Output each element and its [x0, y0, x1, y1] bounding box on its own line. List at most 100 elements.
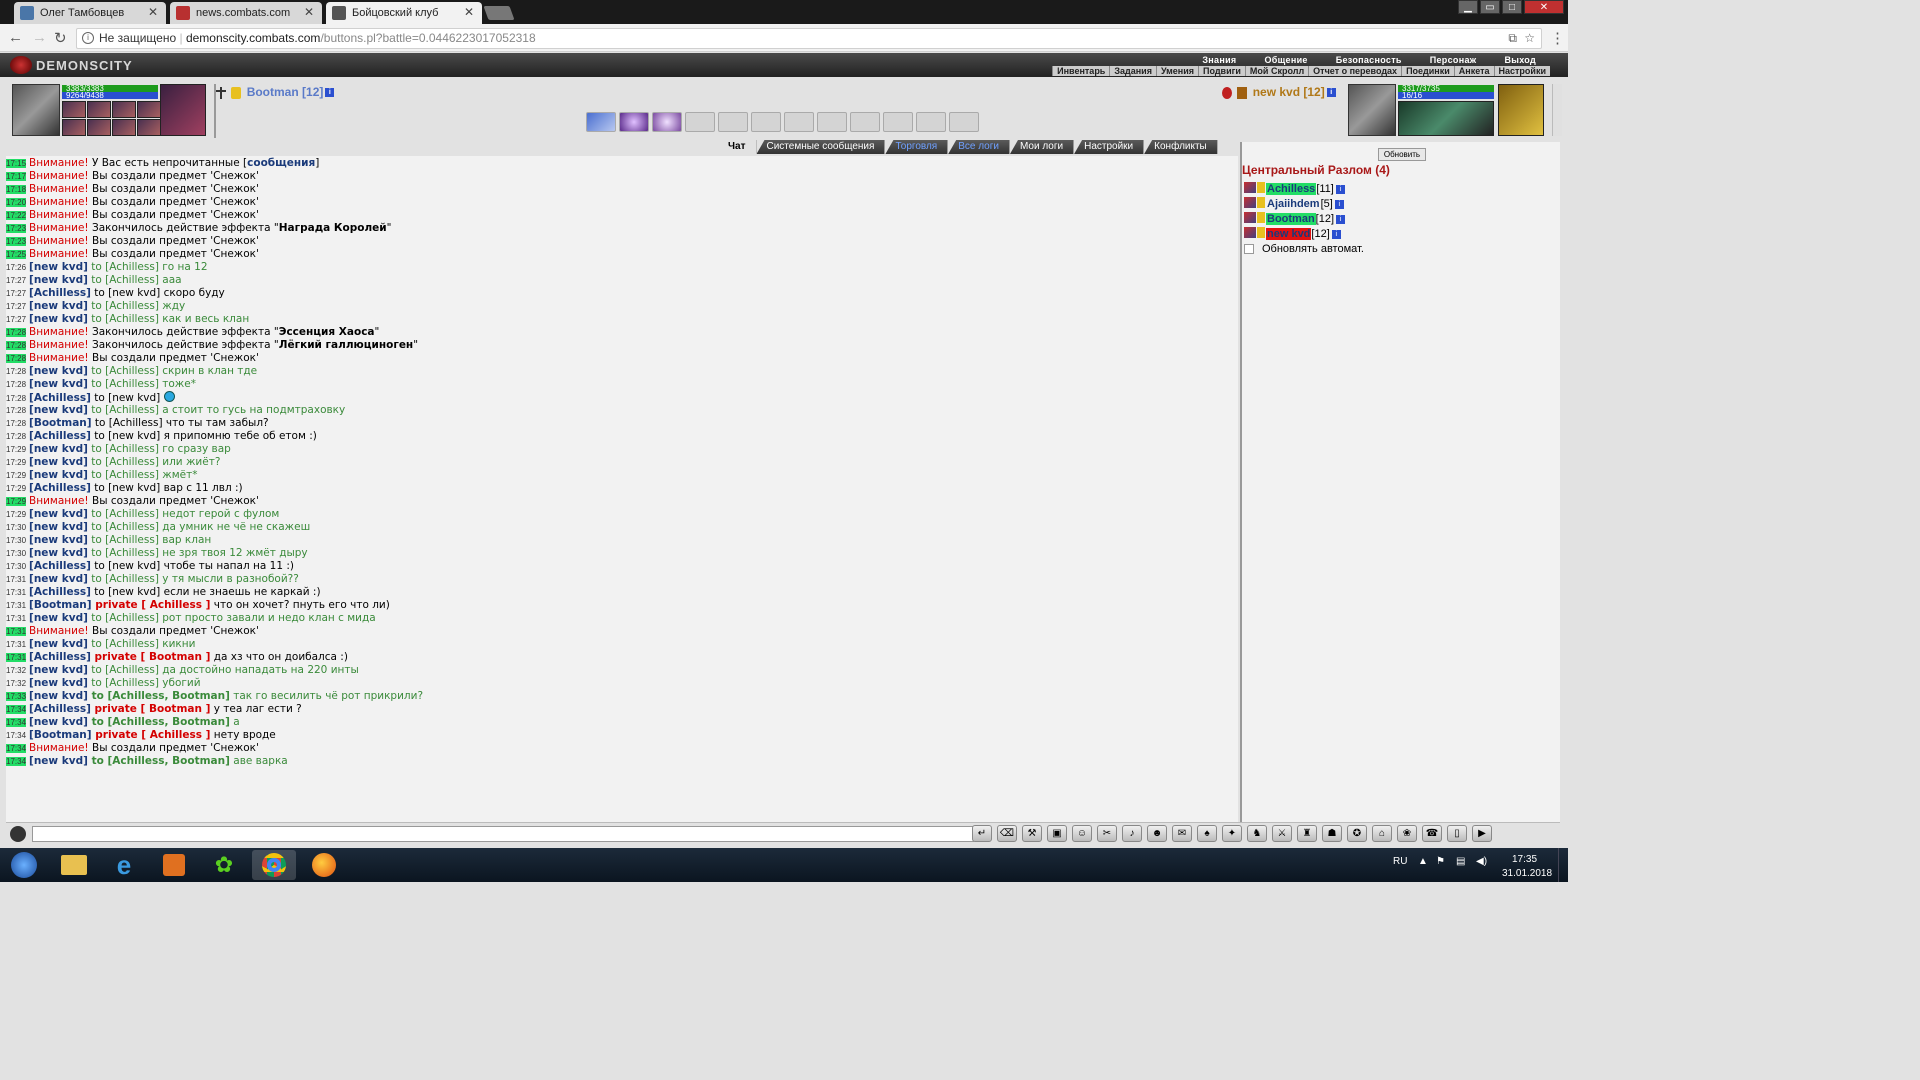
sender-nick[interactable]: [Achilless]	[29, 392, 91, 404]
sender-nick[interactable]: [Achilless]	[29, 703, 91, 715]
sender-nick[interactable]: [new kvd]	[29, 755, 88, 767]
sender-nick[interactable]: [new kvd]	[29, 638, 88, 650]
equip-slot[interactable]	[112, 119, 136, 136]
message-time[interactable]: 17:20	[6, 198, 27, 207]
menu-exit[interactable]: Выход	[1490, 55, 1550, 65]
sender-nick[interactable]: [new kvd]	[29, 456, 88, 468]
home-icon[interactable]: ⌂	[1372, 825, 1392, 842]
tab-system-messages[interactable]: Системные сообщения	[756, 140, 886, 154]
message-time[interactable]: 17:31	[6, 640, 26, 649]
translate-icon[interactable]: ⧉	[1508, 29, 1517, 48]
menu-communication[interactable]: Общение	[1250, 55, 1321, 65]
sender-nick[interactable]: [new kvd]	[29, 365, 88, 377]
sender-nick[interactable]: [new kvd]	[29, 261, 88, 273]
auto-refresh-row[interactable]: Обновлять автомат.	[1244, 243, 1364, 255]
message-time[interactable]: 17:31	[6, 653, 27, 662]
message-time[interactable]: 17:30	[6, 549, 26, 558]
opponent-avatar[interactable]	[1348, 84, 1396, 136]
star-icon[interactable]: ✦	[1222, 825, 1242, 842]
message-time[interactable]: 17:30	[6, 562, 26, 571]
sender-nick[interactable]: [new kvd]	[29, 313, 88, 325]
close-icon[interactable]: ✕	[148, 5, 158, 19]
equip-slot[interactable]	[62, 101, 86, 118]
spade-icon[interactable]: ♠	[1197, 825, 1217, 842]
message-time[interactable]: 17:28	[6, 380, 26, 389]
tab-conflicts[interactable]: Конфликты	[1144, 140, 1218, 154]
sender-nick[interactable]: [new kvd]	[29, 664, 88, 676]
message-time[interactable]: 17:18	[6, 185, 27, 194]
info-icon[interactable]: i	[1331, 229, 1341, 239]
tab-chat[interactable]: Чат	[718, 140, 757, 154]
sender-nick[interactable]: [Achilless]	[29, 651, 91, 663]
restore-button[interactable]: ▭	[1480, 0, 1500, 14]
tab-settings[interactable]: Настройки	[1074, 140, 1145, 154]
close-icon[interactable]: ✕	[464, 5, 474, 19]
opponent-equipment[interactable]	[1398, 101, 1494, 136]
clear-icon[interactable]: ⌫	[997, 825, 1017, 842]
sender-nick[interactable]: [new kvd]	[29, 521, 88, 533]
close-icon[interactable]: ✕	[304, 5, 314, 19]
flower-icon[interactable]: ❀	[1397, 825, 1417, 842]
player-row[interactable]: Achilless[11] i	[1244, 182, 1345, 196]
start-button[interactable]	[2, 850, 46, 880]
sender-nick[interactable]: [new kvd]	[29, 508, 88, 520]
message-time[interactable]: 17:31	[6, 588, 26, 597]
message-time[interactable]: 17:29	[6, 471, 26, 480]
reload-icon[interactable]: ↻	[54, 29, 67, 47]
sender-nick[interactable]: [Bootman]	[29, 417, 92, 429]
sender-nick[interactable]: [new kvd]	[29, 378, 88, 390]
cut-icon[interactable]: ✂	[1097, 825, 1117, 842]
player-row[interactable]: Ajaiihdem[5] i	[1244, 197, 1344, 211]
player-name[interactable]: new kvd	[1266, 228, 1312, 240]
clock-date[interactable]: 31.01.2018	[1502, 868, 1552, 879]
message-time[interactable]: 17:32	[6, 666, 26, 675]
message-time[interactable]: 17:15	[6, 159, 27, 168]
mail-icon[interactable]: ✉	[1172, 825, 1192, 842]
tray-flag-icon[interactable]: ⚑	[1436, 856, 1445, 867]
action-slot[interactable]	[685, 112, 715, 132]
new-tab-button[interactable]	[483, 6, 515, 20]
submenu-my-scroll[interactable]: Мой Скролл	[1244, 66, 1308, 76]
browser-tab-2[interactable]: news.combats.com ✕	[170, 2, 322, 24]
submenu-quests[interactable]: Задания	[1109, 66, 1156, 76]
action-slot[interactable]	[586, 112, 616, 132]
message-time[interactable]: 17:28	[6, 341, 27, 350]
message-time[interactable]: 17:30	[6, 536, 26, 545]
taskbar-explorer[interactable]	[52, 850, 96, 880]
send-icon[interactable]: ↵	[972, 825, 992, 842]
info-icon[interactable]: i	[1335, 184, 1345, 194]
message-time[interactable]: 17:28	[6, 328, 27, 337]
sound-icon[interactable]: ♪	[1122, 825, 1142, 842]
message-time[interactable]: 17:28	[6, 367, 26, 376]
info-icon[interactable]: i	[1326, 88, 1336, 98]
chat-log[interactable]: 17:15 Внимание! У Вас есть непрочитанные …	[6, 156, 1238, 822]
player-name-right[interactable]: new kvd [12] i	[1222, 85, 1336, 99]
action-slot[interactable]	[751, 112, 781, 132]
message-time[interactable]: 17:33	[6, 692, 27, 701]
sender-nick[interactable]: [Achilless]	[29, 586, 91, 598]
taskbar-icq[interactable]: ✿	[202, 850, 246, 880]
message-time[interactable]: 17:29	[6, 445, 26, 454]
menu-character[interactable]: Персонаж	[1416, 55, 1491, 65]
player-avatar[interactable]	[12, 84, 60, 136]
message-time[interactable]: 17:34	[6, 744, 27, 753]
sender-nick[interactable]: [new kvd]	[29, 677, 88, 689]
message-time[interactable]: 17:28	[6, 419, 26, 428]
info-icon[interactable]: i	[82, 32, 94, 44]
rook-icon[interactable]: ♜	[1297, 825, 1317, 842]
play-icon[interactable]: ▶	[1472, 825, 1492, 842]
message-time[interactable]: 17:22	[6, 211, 27, 220]
auto-refresh-checkbox[interactable]	[1244, 244, 1254, 254]
tray-volume-icon[interactable]: ◀)	[1476, 856, 1487, 867]
equip-slot[interactable]	[62, 119, 86, 136]
sender-nick[interactable]: [new kvd]	[29, 469, 88, 481]
action-slot[interactable]	[619, 112, 649, 132]
tab-my-logs[interactable]: Мои логи	[1009, 140, 1075, 154]
sender-nick[interactable]: [new kvd]	[29, 612, 88, 624]
chat-input[interactable]	[32, 826, 974, 842]
maximize-button[interactable]: □	[1502, 0, 1522, 14]
message-time[interactable]: 17:25	[6, 250, 27, 259]
shogi-icon[interactable]: ☗	[1322, 825, 1342, 842]
message-time[interactable]: 17:28	[6, 354, 27, 363]
url-input[interactable]: i Не защищено | demonscity.combats.com/b…	[76, 28, 1542, 49]
